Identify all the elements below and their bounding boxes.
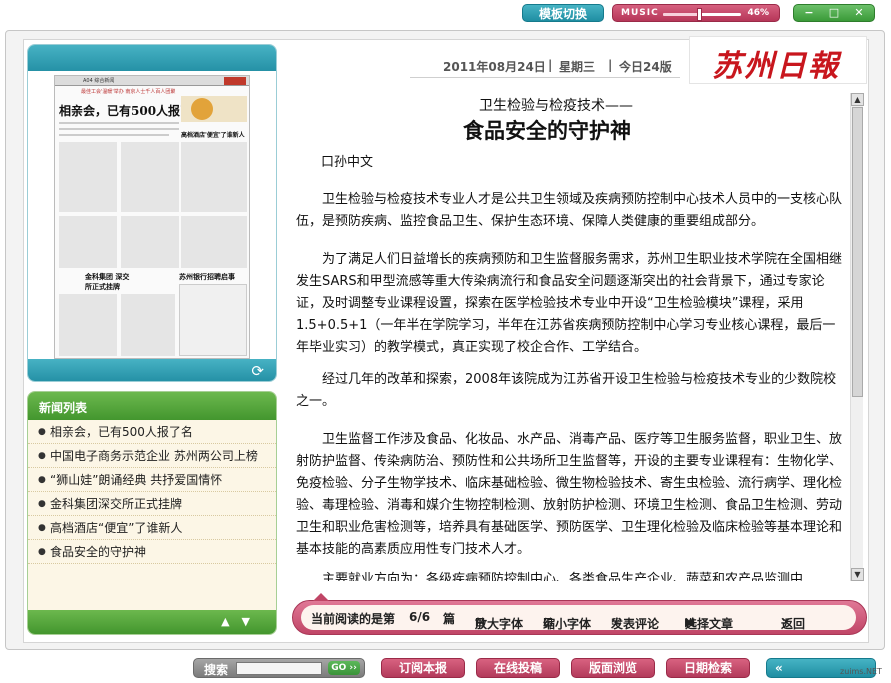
article-title: 食品安全的守护神 xyxy=(463,119,631,143)
submit-article-button[interactable]: 在线投稿 xyxy=(476,658,560,678)
music-volume-knob[interactable] xyxy=(696,8,702,21)
news-list-item[interactable]: ● 食品安全的守护神 xyxy=(28,540,276,564)
news-list-footer: ▲▼ xyxy=(28,610,276,634)
news-list-item[interactable]: ● 高档酒店“便宜”了谁新人 xyxy=(28,516,276,540)
article-paragraph: 经过几年的改革和探索，2008年该院成为江苏省开设卫生检验与检疫技术专业的少数院… xyxy=(296,372,837,409)
minus-icon: ⊟ xyxy=(543,615,554,629)
search-box: 搜索 GO ›› xyxy=(193,658,365,678)
minimize-icon[interactable]: − xyxy=(802,6,816,20)
window-controls: − □ ✕ xyxy=(793,4,875,22)
thumb-masthead-bar: A04 综合新闻 xyxy=(55,76,249,86)
close-small-icon: ✕ xyxy=(781,615,792,629)
news-list-item[interactable]: ● 金科集团深交所正式挂牌 xyxy=(28,492,276,516)
thumb-kicker: 最佳工会'温暖'举办 南京人士千人百人团聚 xyxy=(81,89,176,95)
article-pre-title: 卫生检验与检疫技术—— xyxy=(479,98,633,114)
plus-icon: ⊞ xyxy=(475,615,486,629)
template-switch-button[interactable]: 模板切换 xyxy=(522,4,604,22)
subscribe-button[interactable]: 订阅本报 xyxy=(381,658,465,678)
thumb-side-headline: 高档酒店'便宜'了谁新人 xyxy=(181,132,245,139)
scroll-down-icon[interactable]: ▼ xyxy=(851,568,864,581)
thumb-section-label: A04 综合新闻 xyxy=(83,78,115,84)
music-control: MUSIC 46% xyxy=(612,4,780,22)
music-volume-text: 46% xyxy=(747,8,769,18)
current-reading-label: 当前阅读的是第 xyxy=(311,612,396,626)
article-body: 卫生检验与检疫技术—— 食品安全的守护神 口孙中文 卫生检验与检疫技术专业人才是… xyxy=(293,93,846,581)
page-thumbnail-panel: A04 综合新闻 最佳工会'温暖'举办 南京人士千人百人团聚 相亲会，已有500… xyxy=(27,44,277,382)
reading-toolbar: 当前阅读的是第 6/6 篇 放大字体 ⊞ 缩小字体 ⊟ ✉ 发表评论 ◀ 选择文… xyxy=(292,593,867,635)
pages-today: 今日24版 xyxy=(619,60,672,74)
thumb-sub-headline-1: 金科集团 深交所正式挂牌 xyxy=(85,272,130,291)
issue-weekday: 星期三 xyxy=(559,60,596,74)
date-line: 2011年08月24日 | 星期三 | 今日24版 xyxy=(410,52,680,78)
article-paragraph: 卫生监督工作涉及食品、化妆品、水产品、消毒产品、医疗等卫生服务监督，职业卫生、放… xyxy=(296,432,843,557)
layout-browse-button[interactable]: 版面浏览 xyxy=(571,658,655,678)
news-list-panel: 新闻列表 ● 相亲会，已有500人报了名 ● 中国电子商务示范企业 苏州两公司上榜 … xyxy=(27,391,277,635)
music-volume-slider[interactable] xyxy=(663,8,741,21)
date-search-button[interactable]: 日期检索 xyxy=(666,658,750,678)
news-list-item[interactable]: ● 中国电子商务示范企业 苏州两公司上榜 xyxy=(28,444,276,468)
arrow-up-icon[interactable]: ▲ xyxy=(221,615,241,628)
news-list-title: 新闻列表 xyxy=(28,392,276,420)
top-bar: 模板切换 MUSIC 46% − □ ✕ xyxy=(0,0,891,28)
search-go-button[interactable]: GO ›› xyxy=(328,661,360,675)
music-volume-fill xyxy=(663,13,699,16)
search-input[interactable] xyxy=(236,662,322,675)
thumb-logo xyxy=(224,77,246,85)
newspaper-page-thumbnail[interactable]: A04 综合新闻 最佳工会'温暖'举办 南京人士千人百人团聚 相亲会，已有500… xyxy=(54,75,250,359)
arrow-down-icon[interactable]: ▼ xyxy=(242,615,262,628)
article-paragraph: 为了满足人们日益增长的疾病预防和卫生监督服务需求，苏州卫生职业技术学院在全国相继… xyxy=(296,252,843,355)
article-paragraph: 主要就业方向为：各级疾病预防控制中心、各类食品生产企业、蔬菜和农产品监测中 xyxy=(322,572,804,581)
maximize-icon[interactable]: □ xyxy=(827,6,841,20)
article-paragraph: 卫生检验与检疫技术专业人才是公共卫生领域及疾病预防控制中心技术人员中的一支核心队… xyxy=(296,192,843,229)
thumb-sub-headline-2: 苏州银行招聘启事 xyxy=(179,272,235,281)
current-reading-value: 6/6 xyxy=(409,610,431,624)
article-scrollbar[interactable]: ▲ ▼ xyxy=(850,93,864,581)
article-author: 口孙中文 xyxy=(321,155,374,170)
news-list-item[interactable]: ● 相亲会，已有500人报了名 xyxy=(28,420,276,444)
news-list-item[interactable]: ● “狮山娃”朗诵经典 共抒爱国情怀 xyxy=(28,468,276,492)
music-label: MUSIC xyxy=(621,8,659,18)
scroll-up-icon[interactable]: ▲ xyxy=(851,93,864,106)
close-icon[interactable]: ✕ xyxy=(852,6,866,20)
current-reading-unit: 篇 xyxy=(443,612,456,626)
news-list: ● 相亲会，已有500人报了名 ● 中国电子商务示范企业 苏州两公司上榜 ● “狮山娃… xyxy=(28,420,276,564)
thumbnail-header xyxy=(28,45,276,71)
scroll-thumb[interactable] xyxy=(852,107,863,397)
refresh-icon[interactable]: ⟳ xyxy=(251,362,264,380)
watermark: zuims.NET xyxy=(840,667,882,676)
issue-date: 2011年08月24日 xyxy=(443,60,546,74)
chevron-right-icon: ▶ xyxy=(685,615,695,629)
newspaper-logo: 苏州日報 xyxy=(689,36,867,84)
thumbnail-footer: ⟳ xyxy=(28,359,276,381)
search-label: 搜索 xyxy=(204,663,229,677)
